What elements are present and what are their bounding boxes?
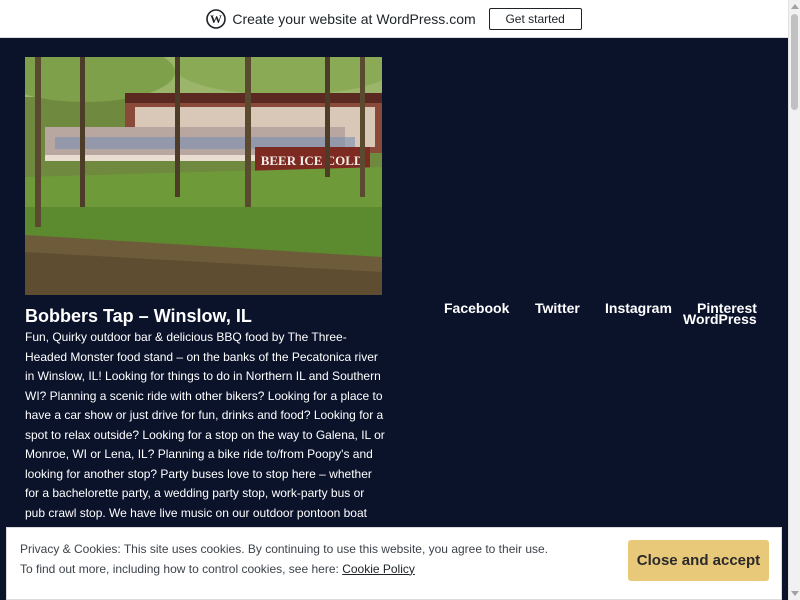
beer-ice-cold-sign: BEER ICE COLD [261, 153, 364, 168]
cookie-text-line1: Privacy & Cookies: This site uses cookie… [20, 542, 549, 556]
page-scrollbar[interactable] [788, 0, 800, 600]
facebook-link[interactable]: Facebook [444, 300, 509, 316]
header-image: BEER ICE COLD [25, 57, 382, 295]
scrollbar-thumb[interactable] [791, 14, 798, 110]
site-title[interactable]: Bobbers Tap – Winslow, IL [25, 306, 252, 327]
header-photo: BEER ICE COLD [25, 57, 382, 295]
cookie-text-line2: To find out more, including how to contr… [20, 561, 343, 576]
instagram-link[interactable]: Instagram [605, 300, 672, 316]
scroll-down-arrow-icon[interactable] [791, 591, 799, 596]
get-started-button[interactable]: Get started [488, 7, 582, 30]
cookie-text: Privacy & Cookies: This site uses cookie… [20, 540, 548, 579]
cookie-policy-link[interactable]: Cookie Policy [342, 562, 415, 576]
cookie-notice: Privacy & Cookies: This site uses cookie… [6, 527, 782, 600]
wordpress-link[interactable]: WordPress [683, 311, 757, 327]
twitter-link[interactable]: Twitter [535, 300, 580, 316]
site-description: Fun, Quirky outdoor bar & delicious BBQ … [25, 330, 385, 539]
svg-text:W: W [210, 12, 222, 26]
close-and-accept-button[interactable]: Close and accept [628, 540, 769, 581]
social-links-menu: Facebook Twitter Instagram Pinterest Wor… [430, 298, 770, 338]
wordpress-logo-icon[interactable]: W [206, 8, 227, 29]
wordpress-promo-bar: W Create your website at WordPress.com G… [0, 0, 788, 38]
promo-text[interactable]: Create your website at WordPress.com [232, 11, 475, 27]
scroll-up-arrow-icon[interactable] [791, 4, 799, 9]
